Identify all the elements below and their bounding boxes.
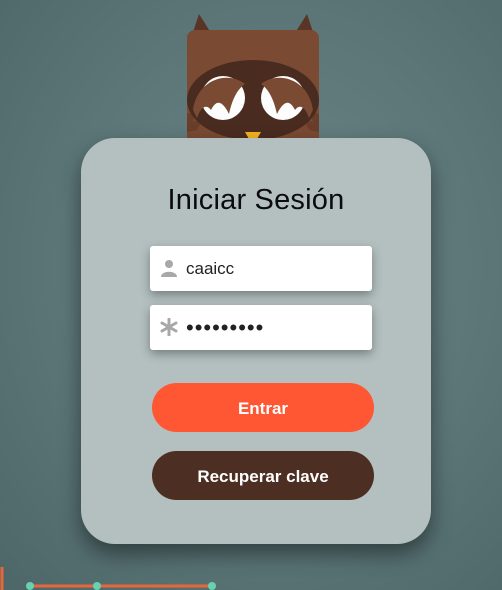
username-field[interactable]: [150, 246, 372, 291]
decorative-connector: [0, 567, 216, 590]
login-button[interactable]: Entrar: [152, 383, 374, 432]
password-input[interactable]: [186, 305, 366, 350]
owl-icon: [187, 14, 319, 149]
recover-password-button[interactable]: Recuperar clave: [152, 451, 374, 500]
asterisk-icon: [160, 318, 178, 336]
user-icon: [161, 260, 177, 277]
username-input[interactable]: [186, 246, 366, 291]
login-card: Iniciar Sesión Entrar Recuperar clave: [81, 138, 431, 544]
page-title: Iniciar Sesión: [167, 184, 345, 216]
password-field[interactable]: [150, 305, 372, 350]
